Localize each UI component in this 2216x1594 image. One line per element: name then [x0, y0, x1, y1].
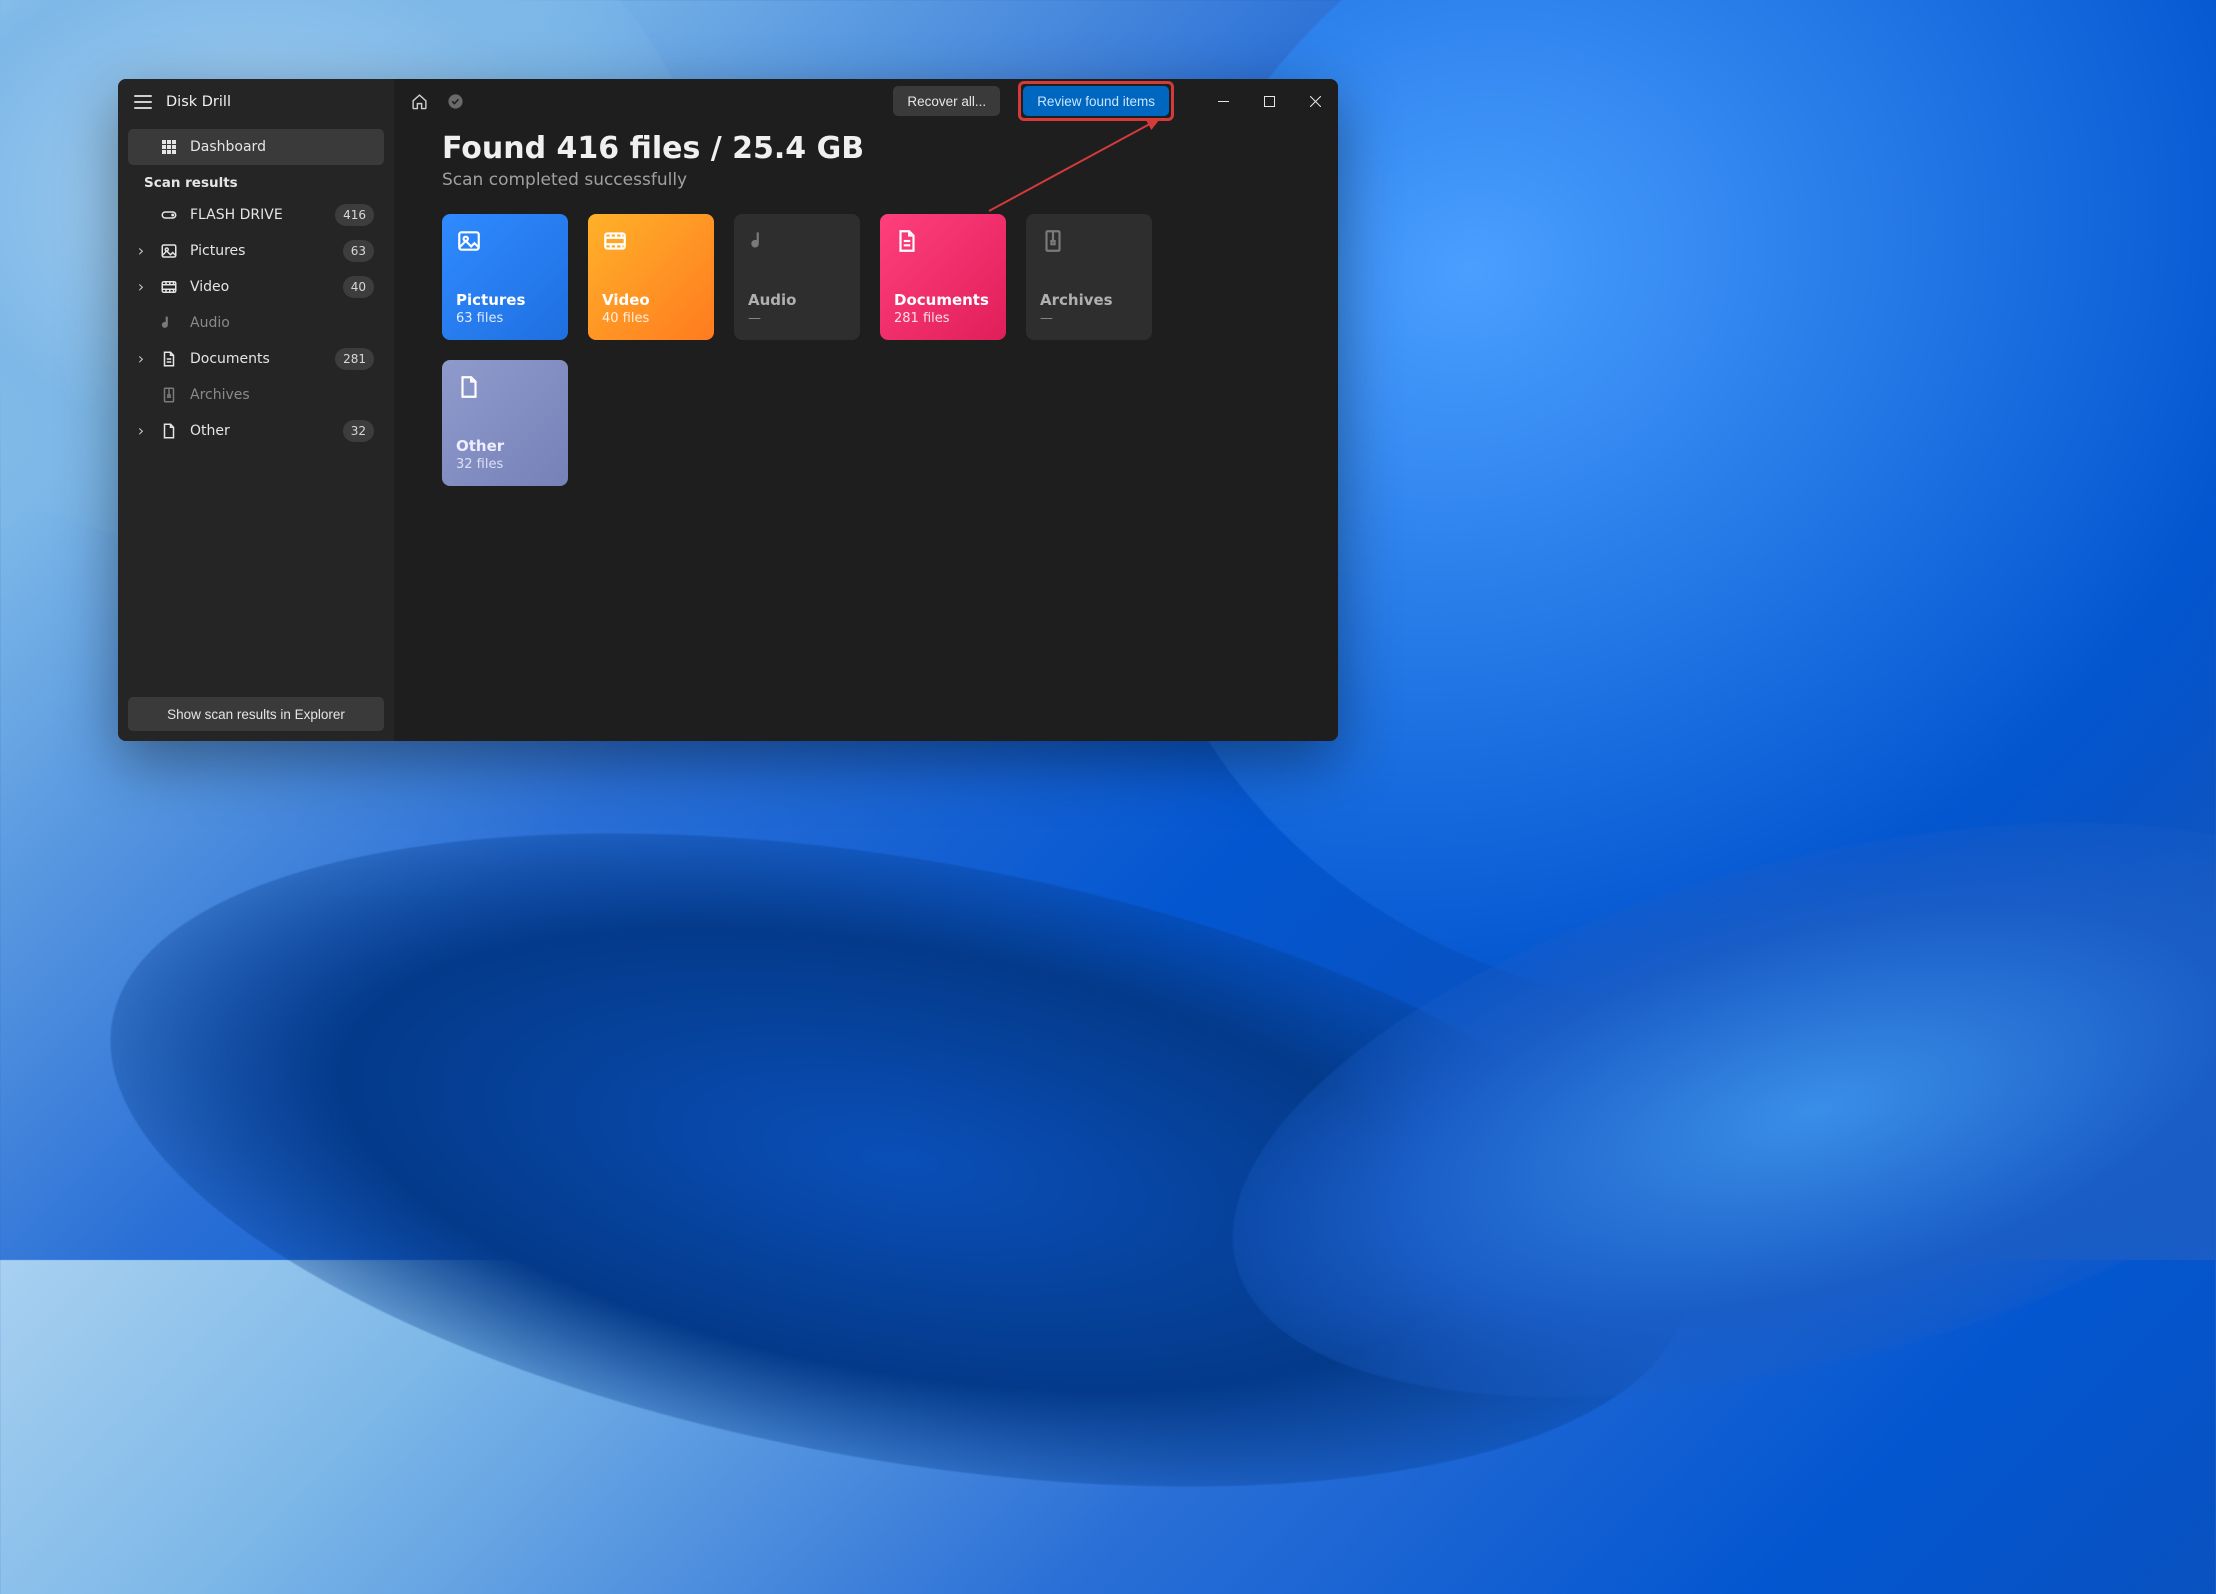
video-icon: [160, 278, 178, 296]
sidebar-item-other[interactable]: › Other 32: [128, 413, 384, 449]
sidebar-item-count: 63: [343, 240, 374, 262]
card-title: Audio: [748, 291, 846, 309]
other-icon: [456, 374, 482, 400]
main-panel: Recover all... Review found items Found …: [394, 79, 1338, 741]
content-area: Found 416 files / 25.4 GB Scan completed…: [394, 123, 1338, 510]
category-card-video[interactable]: Video 40 files: [588, 214, 714, 340]
card-subtitle: 32 files: [456, 457, 554, 472]
archives-icon: [1040, 228, 1066, 254]
sidebar-item-documents[interactable]: › Documents 281: [128, 341, 384, 377]
chevron-right-icon: ›: [134, 279, 148, 295]
window-controls: [1200, 79, 1338, 123]
category-card-documents[interactable]: Documents 281 files: [880, 214, 1006, 340]
card-title: Video: [602, 291, 700, 309]
category-card-pictures[interactable]: Pictures 63 files: [442, 214, 568, 340]
category-cards: Pictures 63 files Video 40 files Audio — Docum…: [442, 214, 1290, 486]
pictures-icon: [160, 242, 178, 260]
home-icon[interactable]: [410, 92, 428, 110]
titlebar: Recover all... Review found items: [394, 79, 1338, 123]
sidebar-header: Disk Drill: [118, 79, 394, 123]
sidebar-item-archives: Archives: [128, 377, 384, 413]
results-headline: Found 416 files / 25.4 GB: [442, 131, 1290, 166]
video-icon: [602, 228, 628, 254]
close-button[interactable]: [1292, 79, 1338, 123]
app-window: Disk Drill Dashboard Scan results FLASH …: [118, 79, 1338, 741]
minimize-button[interactable]: [1200, 79, 1246, 123]
pictures-icon: [456, 228, 482, 254]
sidebar-footer: Show scan results in Explorer: [118, 687, 394, 741]
card-subtitle: —: [748, 311, 846, 326]
grid-icon: [160, 138, 178, 156]
sidebar-item-label: Audio: [190, 315, 374, 331]
sidebar-item-count: 32: [343, 420, 374, 442]
card-title: Documents: [894, 291, 992, 309]
annotation-highlight: Review found items: [1018, 81, 1174, 121]
card-title: Other: [456, 437, 554, 455]
show-in-explorer-button[interactable]: Show scan results in Explorer: [128, 697, 384, 731]
sidebar-item-count: 40: [343, 276, 374, 298]
card-subtitle: 281 files: [894, 311, 992, 326]
sidebar-item-audio: Audio: [128, 305, 384, 341]
review-found-items-button[interactable]: Review found items: [1023, 86, 1169, 116]
sidebar-item-label: Other: [190, 423, 331, 439]
other-icon: [160, 422, 178, 440]
category-card-audio: Audio —: [734, 214, 860, 340]
check-badge-icon[interactable]: [446, 92, 464, 110]
recover-all-button[interactable]: Recover all...: [893, 86, 1000, 116]
sidebar-item-count: 281: [335, 348, 374, 370]
app-title: Disk Drill: [166, 94, 231, 110]
sidebar-item-flash-drive[interactable]: FLASH DRIVE 416: [128, 197, 384, 233]
documents-icon: [160, 350, 178, 368]
sidebar-item-label: Video: [190, 279, 331, 295]
sidebar-item-label: FLASH DRIVE: [190, 207, 323, 223]
documents-icon: [894, 228, 920, 254]
menu-icon[interactable]: [134, 95, 152, 109]
chevron-right-icon: ›: [134, 423, 148, 439]
drive-icon: [160, 206, 178, 224]
sidebar-item-video[interactable]: › Video 40: [128, 269, 384, 305]
maximize-button[interactable]: [1246, 79, 1292, 123]
sidebar: Disk Drill Dashboard Scan results FLASH …: [118, 79, 394, 741]
card-subtitle: 63 files: [456, 311, 554, 326]
card-title: Pictures: [456, 291, 554, 309]
results-subhead: Scan completed successfully: [442, 170, 1290, 190]
card-subtitle: 40 files: [602, 311, 700, 326]
sidebar-section-label: Scan results: [128, 167, 384, 195]
chevron-right-icon: ›: [134, 243, 148, 259]
chevron-right-icon: ›: [134, 351, 148, 367]
sidebar-item-label: Archives: [190, 387, 374, 403]
sidebar-item-label: Pictures: [190, 243, 331, 259]
category-card-other[interactable]: Other 32 files: [442, 360, 568, 486]
archives-icon: [160, 386, 178, 404]
category-card-archives: Archives —: [1026, 214, 1152, 340]
sidebar-item-count: 416: [335, 204, 374, 226]
card-title: Archives: [1040, 291, 1138, 309]
sidebar-item-dashboard[interactable]: Dashboard: [128, 129, 384, 165]
sidebar-nav: Dashboard Scan results FLASH DRIVE 416 › Pi…: [118, 123, 394, 687]
sidebar-item-label: Documents: [190, 351, 323, 367]
card-subtitle: —: [1040, 311, 1138, 326]
audio-icon: [160, 314, 178, 332]
audio-icon: [748, 228, 774, 254]
sidebar-item-pictures[interactable]: › Pictures 63: [128, 233, 384, 269]
sidebar-item-label: Dashboard: [190, 139, 374, 155]
